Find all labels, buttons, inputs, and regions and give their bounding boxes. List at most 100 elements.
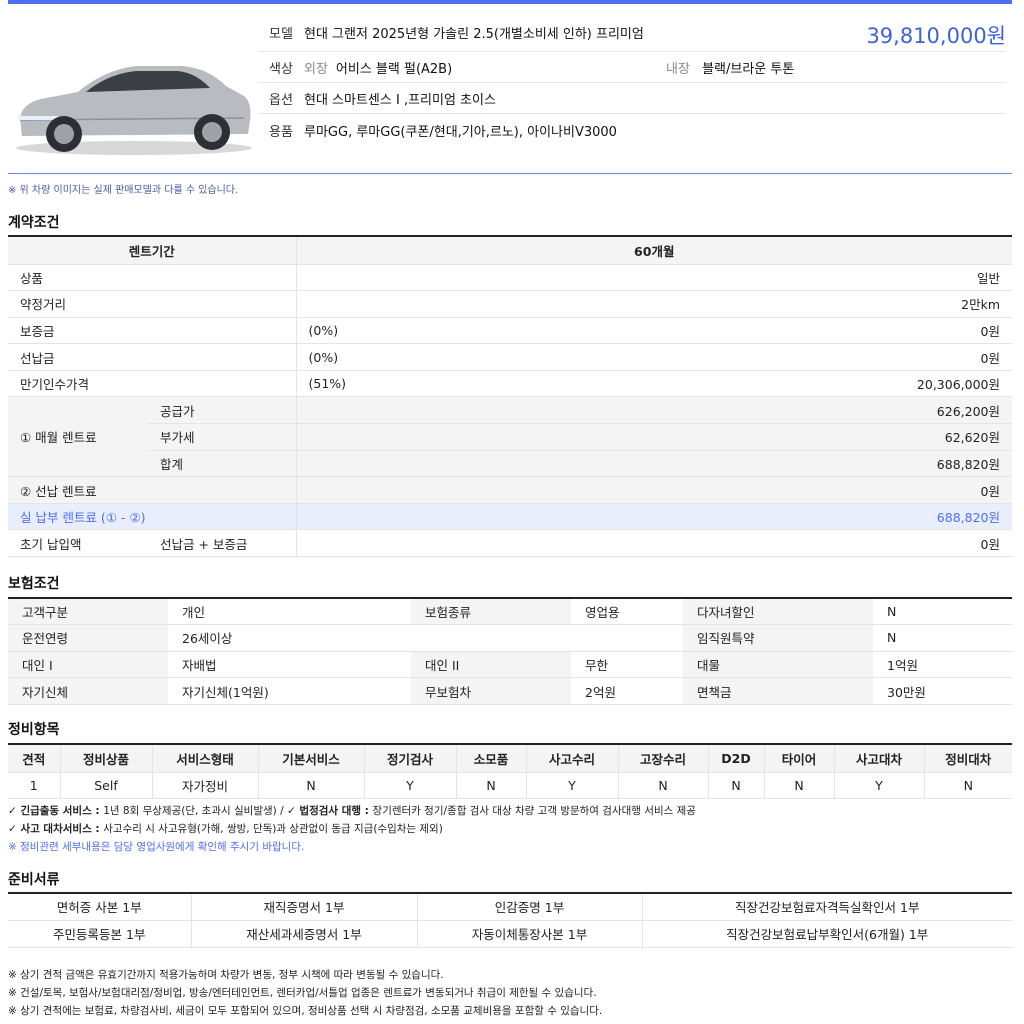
cell: N — [257, 772, 364, 799]
col-header: 견적 — [8, 744, 60, 773]
sum-label: 합계 — [148, 450, 296, 478]
row-label: 상품 — [8, 264, 296, 292]
table-row: 부가세 62,620원 — [8, 423, 1012, 451]
row-value: 0원 — [752, 343, 1012, 371]
doc-item: 주민등록등본 1부 — [8, 920, 191, 948]
cell-value: 무한 — [571, 651, 683, 679]
footer-line: ※ 상기 견적에는 보험료, 차량검사비, 세금이 모두 포함되어 있으며, 정… — [8, 1005, 603, 1017]
sum-value: 688,820원 — [752, 450, 1012, 478]
spec-table: 모델 현대 그랜저 2025년형 가솔린 2.5(개별소비세 인하) 프리미엄 … — [258, 14, 1006, 146]
cell-key: 다자녀할인 — [683, 598, 873, 626]
footer-line: ※ 상기 견적 금액은 유효기간까지 적용가능하며 차량가 변동, 정부 시책에… — [8, 969, 444, 981]
cell: Self — [59, 772, 152, 799]
supply-value: 626,200원 — [752, 396, 1012, 425]
car-price: 39,810,000원 — [866, 24, 1006, 48]
cell-value: N — [873, 624, 1012, 652]
cell-value: 자기신체(1억원) — [168, 677, 411, 705]
cell-value: 26세이상 — [168, 624, 683, 652]
table-row: ① 매월 렌트료 공급가 626,200원 — [8, 396, 1012, 478]
cell-key: 보험종류 — [411, 598, 571, 626]
model-name: 현대 그랜저 2025년형 가솔린 2.5(개별소비세 인하) 프리미엄 — [304, 27, 644, 42]
footer-notes: ※ 상기 견적 금액은 유효기간까지 적용가능하며 차량가 변동, 정부 시책에… — [8, 966, 1012, 1020]
spec-row-goods: 용품 루마GG, 루마GG(쿠폰/현대,기아,르노), 아이나비V3000 — [258, 114, 1006, 146]
insurance-title: 보험조건 — [8, 576, 60, 592]
cell-key: 무보험차 — [411, 677, 571, 705]
cell-value: 2억원 — [571, 677, 683, 705]
doc-item: 자동이체통장사본 1부 — [416, 920, 642, 948]
doc-item: 인감증명 1부 — [416, 893, 642, 921]
period-label: 렌트기간 — [8, 236, 296, 265]
note-text: 사고수리 시 사고유형(가해, 쌍방, 단독)과 상관없이 동급 지급(수입차는… — [103, 823, 443, 835]
actual-value: 688,820원 — [752, 503, 1012, 531]
col-header: D2D — [707, 744, 764, 773]
col-header: 기본서비스 — [257, 744, 364, 773]
spec-row-model: 모델 현대 그랜저 2025년형 가솔린 2.5(개별소비세 인하) 프리미엄 … — [258, 14, 1006, 52]
maint-header-row: 견적 정비상품 서비스형태 기본서비스 정기검사 소모품 사고수리 고장수리 D… — [8, 744, 1012, 773]
goods-value: 루마GG, 루마GG(쿠폰/현대,기아,르노), 아이나비V3000 — [304, 124, 617, 140]
table-row: 선납금 (0%) 0원 — [8, 343, 1012, 371]
table-row: 주민등록등본 1부 재산세과세증명서 1부 자동이체통장사본 1부 직장건강보험… — [8, 920, 1012, 948]
cell: N — [455, 772, 526, 799]
spec-row-option: 옵션 현대 스마트센스 Ⅰ ,프리미엄 초이스 — [258, 83, 1006, 114]
table-row: 1 Self 자가정비 N Y N Y N N N Y N — [8, 772, 1012, 799]
docs-title: 준비서류 — [8, 872, 60, 888]
period-row: 렌트기간 60개월 — [8, 236, 1012, 265]
row-pct: (0%) — [295, 317, 752, 345]
cell: 1 — [8, 772, 60, 799]
vat-value: 62,620원 — [752, 423, 1012, 451]
doc-item: 면허증 사본 1부 — [8, 893, 191, 921]
car-summary: 모델 현대 그랜저 2025년형 가솔린 2.5(개별소비세 인하) 프리미엄 … — [8, 10, 1012, 174]
actual-label: 실 납부 렌트료 (① - ②) — [8, 503, 296, 531]
doc-item: 직장건강보험료자격득실확인서 1부 — [641, 893, 1012, 921]
option-key: 옵션 — [269, 92, 293, 108]
cell-value: 30만원 — [873, 677, 1012, 705]
cell-key: 대인 I — [8, 651, 168, 679]
col-header: 정비상품 — [59, 744, 152, 773]
cell-key: 운전연령 — [8, 624, 168, 652]
int-label: 내장 — [666, 61, 690, 77]
cell-key: 자기신체 — [8, 677, 168, 705]
int-color: 블랙/브라운 투톤 — [702, 61, 795, 77]
doc-item: 재직증명서 1부 — [190, 893, 417, 921]
table-row: 자기신체 자기신체(1억원) 무보험차 2억원 면책금 30만원 — [8, 677, 1012, 705]
image-note: ※ 위 차량 이미지는 실제 판매모델과 다를 수 있습니다. — [8, 185, 239, 196]
table-row: 대인 I 자배법 대인 II 무한 대물 1억원 — [8, 651, 1012, 679]
row-label: 선납금 — [8, 343, 296, 371]
row-pct — [295, 290, 752, 318]
table-row: 만기인수가격 (51%) 20,306,000원 — [8, 370, 1012, 398]
table-row: 운전연령 26세이상 임직원특약 N — [8, 624, 1012, 652]
contract-table: 렌트기간 60개월 상품 일반 약정거리 2만km 보증금 (0%) 0원 선납… — [8, 235, 1012, 558]
footer-line: ※ 건설/토목, 보험사/보험대리점/정비업, 방송/엔터테인먼트, 렌터카업/… — [8, 987, 597, 999]
cell-value: 1억원 — [873, 651, 1012, 679]
spec-row-color: 색상 외장 어비스 블랙 펄(A2B) 내장 블랙/브라운 투톤 — [258, 52, 1006, 83]
note-label: ✓ 법정검사 대행 : — [286, 805, 373, 817]
initial-label: 초기 납입액 — [8, 529, 148, 558]
col-header: 사고대차 — [833, 744, 924, 773]
docs-table: 면허증 사본 1부 재직증명서 1부 인감증명 1부 직장건강보험료자격득실확인… — [8, 892, 1012, 948]
table-row: 상품 일반 — [8, 264, 1012, 292]
row-label: 만기인수가격 — [8, 370, 296, 398]
period-value: 60개월 — [295, 236, 1012, 265]
table-row: 초기 납입액 선납금 + 보증금 0원 — [8, 529, 1012, 558]
col-header: 정비대차 — [923, 744, 1012, 773]
row-value: 2만km — [752, 290, 1012, 318]
vat-label: 부가세 — [148, 423, 296, 451]
note-line: ✓ 긴급출동 서비스 : 1년 8회 무상제공(단, 초과시 실비발생) / ✓… — [8, 802, 1012, 820]
cell: N — [923, 772, 1012, 799]
table-row: 면허증 사본 1부 재직증명서 1부 인감증명 1부 직장건강보험료자격득실확인… — [8, 893, 1012, 921]
color-key: 색상 — [269, 61, 293, 77]
row-label: 약정거리 — [8, 290, 296, 318]
car-image — [16, 66, 252, 155]
row-value: 20,306,000원 — [752, 370, 1012, 398]
cell-key: 면책금 — [683, 677, 873, 705]
col-header: 정기검사 — [363, 744, 456, 773]
col-header: 서비스형태 — [151, 744, 258, 773]
note-text: 장기렌터카 정기/종합 검사 대상 차량 고객 방문하여 검사대행 서비스 제공 — [372, 805, 696, 817]
cell: Y — [525, 772, 618, 799]
cell: N — [707, 772, 764, 799]
goods-key: 용품 — [269, 124, 293, 140]
col-header: 타이어 — [763, 744, 834, 773]
table-row: ② 선납 렌트료 0원 — [8, 476, 1012, 504]
cell-value: N — [873, 598, 1012, 626]
monthly-label: ① 매월 렌트료 — [8, 396, 148, 478]
